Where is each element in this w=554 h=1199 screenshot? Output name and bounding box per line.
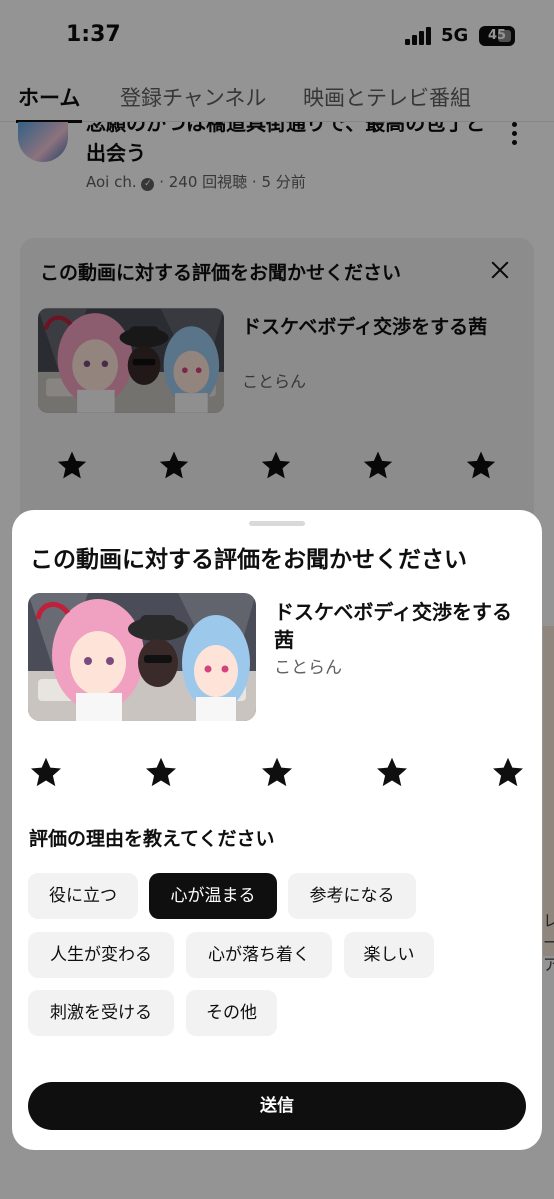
thumbnail-illustration [28, 593, 256, 721]
sheet-video-channel: ことらん [274, 658, 342, 678]
reason-chip-fun[interactable]: 楽しい [344, 932, 434, 978]
star-4-icon[interactable] [374, 754, 410, 790]
sheet-video-title: ドスケベボディ交渉をする茜 [274, 600, 512, 652]
star-5-icon[interactable] [490, 754, 526, 790]
star-rating [12, 754, 542, 794]
video-thumbnail[interactable] [28, 593, 256, 721]
reason-chip-useful[interactable]: 役に立つ [28, 873, 138, 919]
star-2-icon[interactable] [143, 754, 179, 790]
bottom-safe-area [0, 1150, 554, 1199]
star-1-icon[interactable] [28, 754, 64, 790]
reason-chip-heartwarming[interactable]: 心が温まる [149, 873, 277, 919]
reason-chip-informative[interactable]: 参考になる [288, 873, 416, 919]
drag-handle[interactable] [249, 521, 305, 526]
reason-chip-life-changing[interactable]: 人生が変わる [28, 932, 174, 978]
reason-chip-calming[interactable]: 心が落ち着く [186, 932, 332, 978]
reason-chip-other[interactable]: その他 [186, 990, 277, 1036]
reason-chip-inspiring[interactable]: 刺激を受ける [28, 990, 174, 1036]
rating-bottom-sheet: この動画に対する評価をお聞かせください ドスケベボディ交渉をする茜 ことらん 評… [12, 510, 542, 1150]
sheet-title: この動画に対する評価をお聞かせください [30, 547, 467, 573]
star-3-icon[interactable] [259, 754, 295, 790]
reason-title: 評価の理由を教えてください [29, 828, 275, 850]
submit-button[interactable]: 送信 [28, 1082, 526, 1130]
